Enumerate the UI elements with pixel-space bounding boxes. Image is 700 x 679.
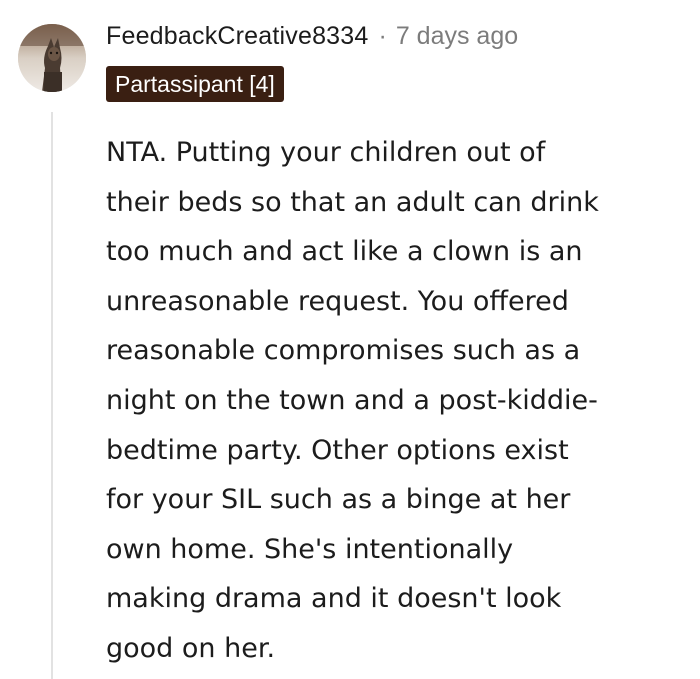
comment-body-line: good on her. (106, 632, 276, 664)
meta-separator: · (378, 21, 387, 50)
comment-body: NTA. Putting your children out of their … (106, 128, 686, 674)
username-link[interactable]: FeedbackCreative8334 (106, 22, 369, 51)
user-avatar[interactable] (18, 24, 86, 92)
timestamp[interactable]: 7 days ago (396, 22, 518, 51)
comment-body-line: bedtime party. Other options exist (106, 434, 569, 466)
comment-body-line: night on the town and a post-kiddie- (106, 384, 598, 416)
comment-body-line: for your SIL such as a binge at her (106, 484, 571, 516)
comment-body-line: too much and act like a clown is an (106, 236, 583, 268)
comment-body-line: their beds so that an adult can drink (106, 186, 599, 218)
comment-body-line: reasonable compromises such as a (106, 335, 581, 367)
user-flair-badge: Partassipant [4] (106, 66, 284, 102)
avatar-photo-icon (18, 24, 86, 92)
comment-body-line: unreasonable request. You offered (106, 285, 569, 317)
comment-body-line: own home. She's intentionally (106, 533, 514, 565)
comment-body-line: NTA. Putting your children out of (106, 137, 546, 168)
comment: FeedbackCreative8334 · 7 days ago Partas… (0, 0, 700, 679)
comment-meta: FeedbackCreative8334 · 7 days ago (106, 18, 518, 54)
comment-body-line: making drama and it doesn't look (106, 583, 562, 615)
thread-line[interactable] (51, 112, 53, 679)
